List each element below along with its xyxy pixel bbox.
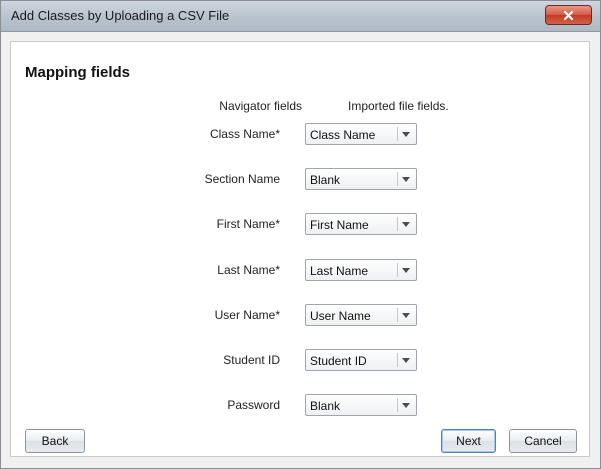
chevron-down-icon [397, 127, 413, 141]
mapping-row-user-name: User Name* User Name [11, 304, 589, 326]
student-id-select-value: Student ID [310, 354, 367, 368]
first-name-label: First Name* [216, 217, 280, 231]
mapping-row-last-name: Last Name* Last Name [11, 259, 589, 281]
chevron-down-icon [397, 353, 413, 367]
user-name-select[interactable]: User Name [305, 304, 417, 326]
mapping-row-class-name: Class Name* Class Name [11, 123, 589, 145]
chevron-down-icon [397, 398, 413, 412]
imported-fields-header: Imported file fields. [348, 99, 449, 113]
dialog-window: Add Classes by Uploading a CSV File Mapp… [0, 0, 601, 469]
mapping-row-password: Password Blank [11, 394, 589, 416]
page-title: Mapping fields [25, 64, 130, 81]
mapping-row-section-name: Section Name Blank [11, 168, 589, 190]
chevron-down-icon [397, 308, 413, 322]
section-name-select[interactable]: Blank [305, 168, 417, 190]
last-name-select-value: Last Name [310, 264, 369, 278]
first-name-select[interactable]: First Name [305, 213, 417, 235]
chevron-down-icon [397, 217, 413, 231]
close-button[interactable] [545, 5, 592, 25]
password-select[interactable]: Blank [305, 394, 417, 416]
student-id-select[interactable]: Student ID [305, 349, 417, 371]
mapping-row-first-name: First Name* First Name [11, 213, 589, 235]
class-name-select[interactable]: Class Name [305, 123, 417, 145]
class-name-label: Class Name* [209, 127, 280, 141]
navigator-fields-header: Navigator fields [219, 99, 302, 113]
window-title: Add Classes by Uploading a CSV File [11, 8, 230, 23]
title-bar[interactable]: Add Classes by Uploading a CSV File [1, 1, 600, 32]
chevron-down-icon [397, 172, 413, 186]
password-label: Password [227, 398, 280, 412]
section-name-select-value: Blank [310, 173, 341, 187]
cancel-button[interactable]: Cancel [509, 429, 577, 453]
first-name-select-value: First Name [310, 218, 369, 232]
section-name-label: Section Name [204, 172, 280, 186]
user-name-select-value: User Name [310, 309, 371, 323]
close-x-icon [563, 10, 574, 21]
mapping-row-student-id: Student ID Student ID [11, 349, 589, 371]
back-button[interactable]: Back [25, 429, 85, 453]
next-button[interactable]: Next [441, 429, 496, 453]
student-id-label: Student ID [223, 353, 280, 367]
last-name-select[interactable]: Last Name [305, 259, 417, 281]
class-name-select-value: Class Name [310, 128, 376, 142]
chevron-down-icon [397, 263, 413, 277]
mapping-panel: Mapping fields Navigator fields Imported… [10, 41, 590, 457]
user-name-label: User Name* [214, 308, 280, 322]
password-select-value: Blank [310, 399, 341, 413]
last-name-label: Last Name* [217, 263, 280, 277]
